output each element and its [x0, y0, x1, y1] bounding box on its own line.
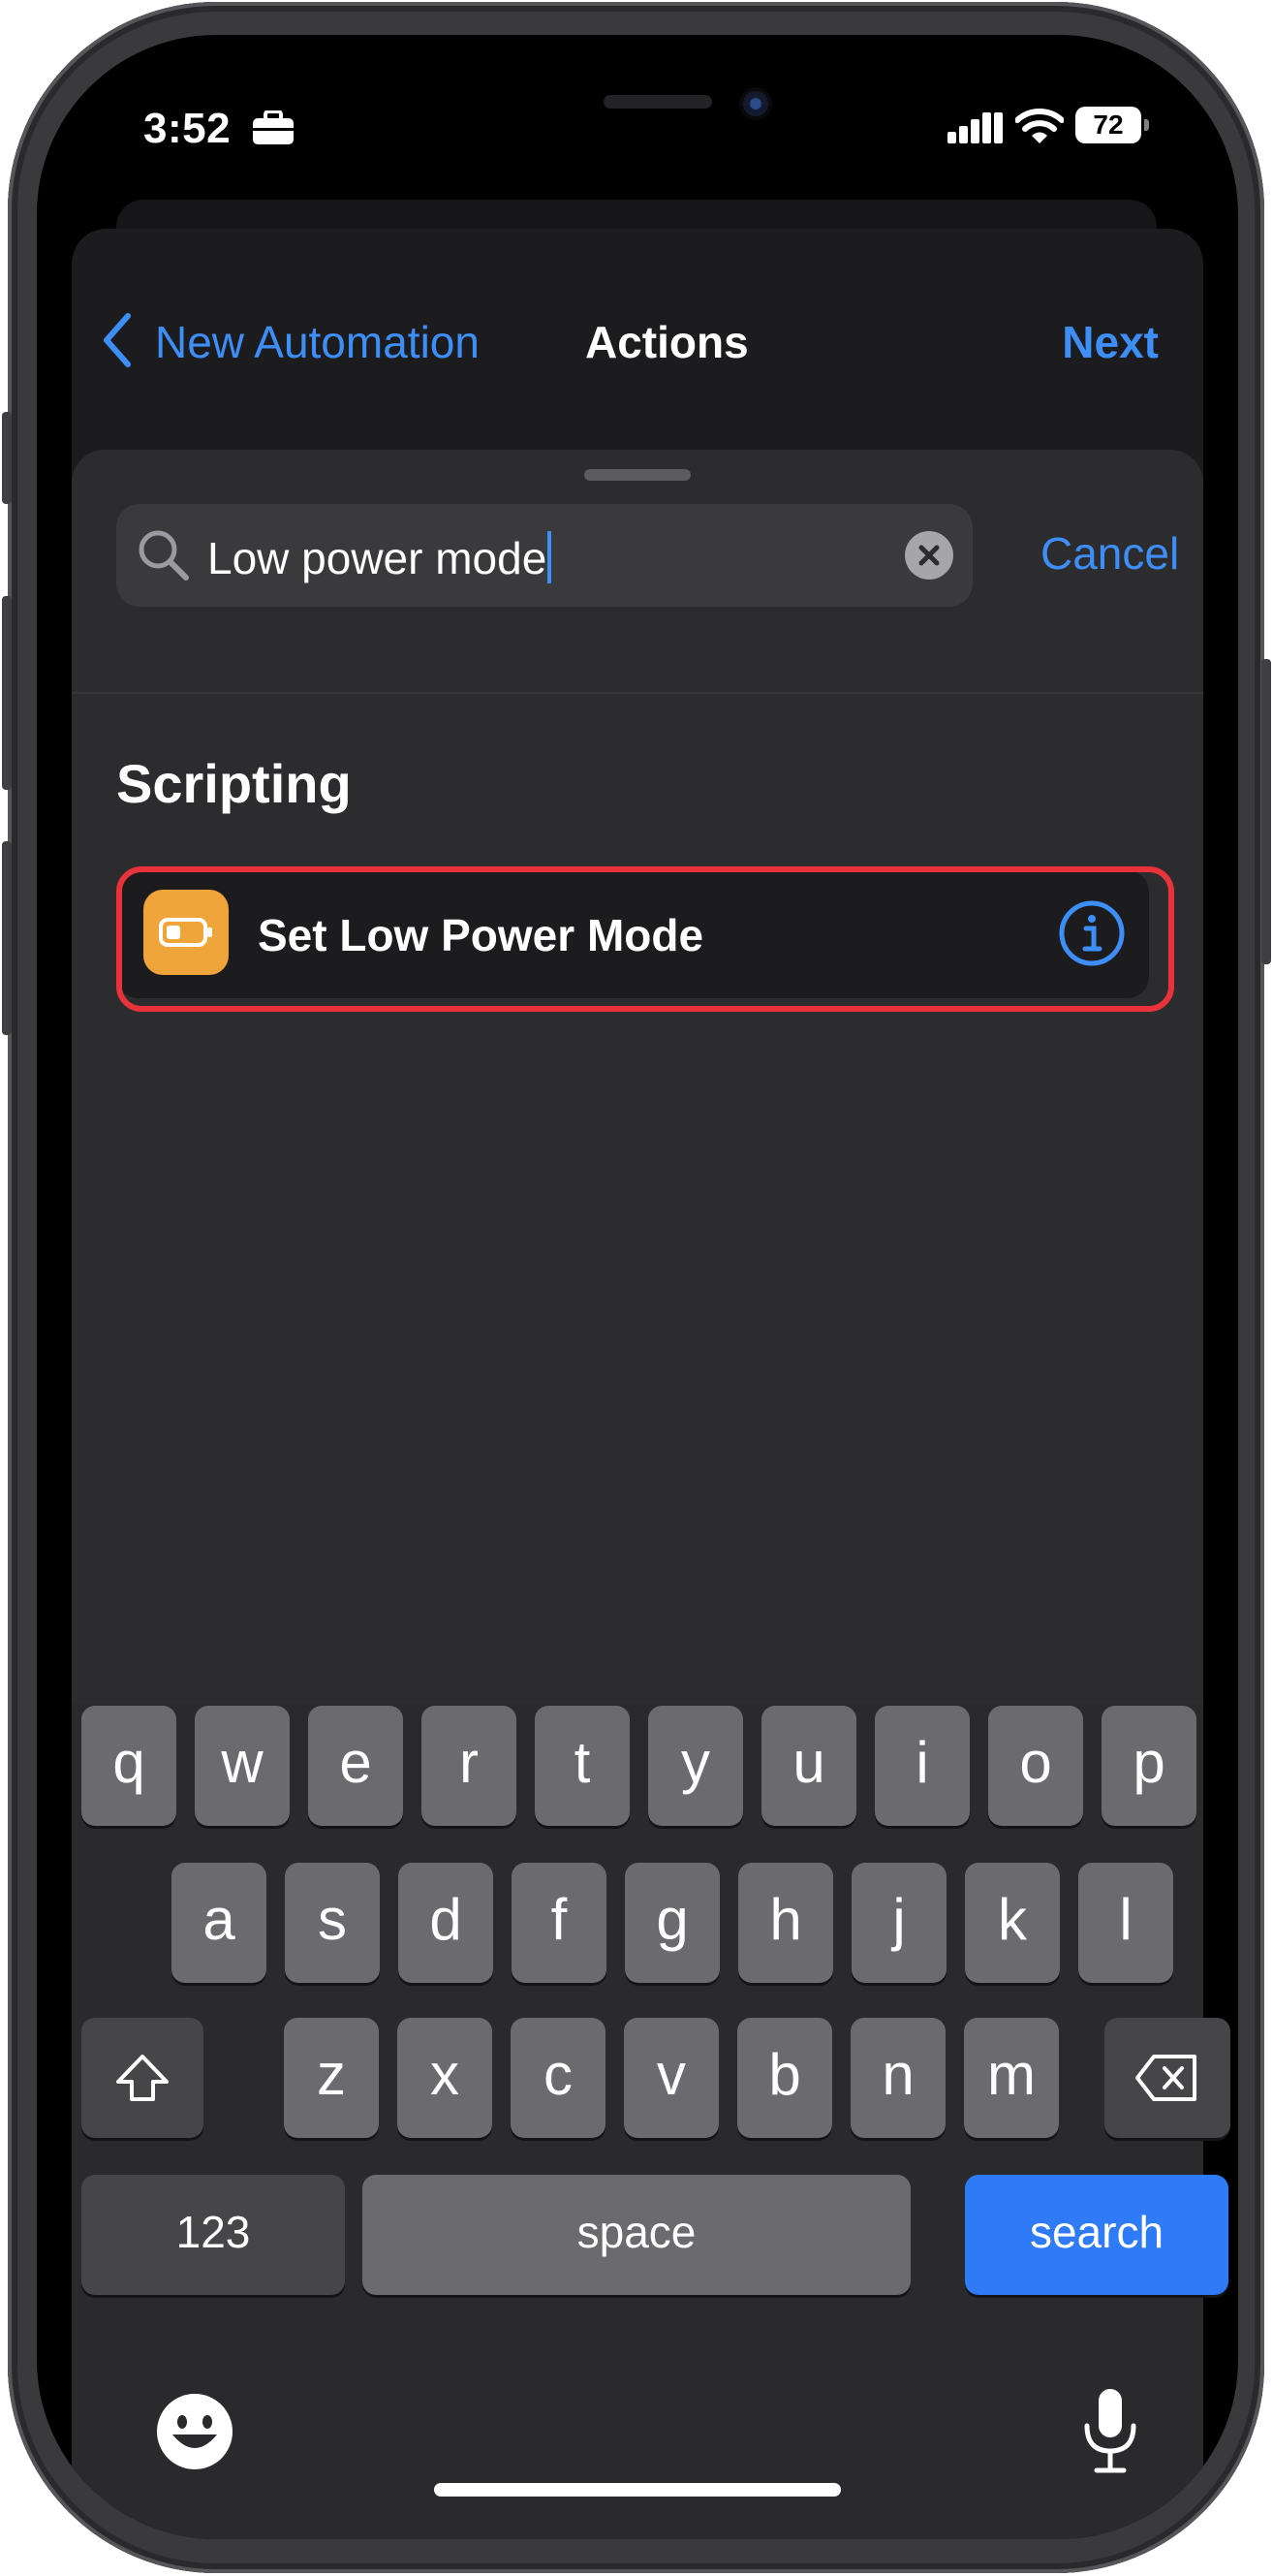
key-z[interactable]: z	[284, 2018, 379, 2138]
key-h[interactable]: h	[738, 1863, 833, 1983]
next-button[interactable]: Next	[1062, 316, 1159, 368]
key-g[interactable]: g	[625, 1863, 720, 1983]
search-input[interactable]: Low power mode	[116, 504, 973, 607]
battery-tip	[1144, 119, 1149, 131]
key-y[interactable]: y	[648, 1706, 743, 1826]
volume-up-button	[2, 596, 12, 790]
back-button[interactable]: New Automation	[155, 316, 480, 368]
battery-level: 72	[1075, 107, 1141, 143]
key-u[interactable]: u	[761, 1706, 856, 1826]
back-chevron-icon[interactable]	[101, 310, 134, 375]
key-d[interactable]: d	[398, 1863, 493, 1983]
key-o[interactable]: o	[988, 1706, 1083, 1826]
home-indicator[interactable]	[434, 2483, 841, 2497]
page-title: Actions	[585, 317, 749, 367]
search-icon	[136, 527, 192, 588]
wifi-icon	[1014, 107, 1065, 150]
shift-key[interactable]	[81, 2018, 203, 2138]
search-query: Low power mode	[207, 533, 547, 583]
battery-indicator: 72	[1075, 107, 1151, 145]
cellular-signal-icon	[947, 110, 1004, 148]
key-q[interactable]: q	[81, 1706, 176, 1826]
key-r[interactable]: r	[421, 1706, 516, 1826]
space-key[interactable]: space	[362, 2175, 911, 2295]
key-i[interactable]: i	[875, 1706, 970, 1826]
key-b[interactable]: b	[737, 2018, 832, 2138]
volume-down-button	[2, 841, 12, 1035]
status-time: 3:52	[143, 105, 232, 152]
cancel-button[interactable]: Cancel	[1040, 527, 1179, 580]
side-button	[1261, 659, 1271, 964]
key-x[interactable]: x	[397, 2018, 492, 2138]
numbers-key[interactable]: 123	[81, 2175, 345, 2295]
front-camera	[743, 91, 768, 116]
keyboard: qwertyuiop asdfghjkl zxcvbnm 123 space s…	[72, 1704, 1230, 2539]
key-f[interactable]: f	[512, 1863, 606, 1983]
key-v[interactable]: v	[624, 2018, 719, 2138]
search-key[interactable]: search	[965, 2175, 1228, 2295]
key-c[interactable]: c	[511, 2018, 605, 2138]
microphone-icon[interactable]	[1079, 2387, 1141, 2479]
briefcase-icon	[252, 110, 295, 150]
screen: 3:52 72 New Automation Actions Next Low …	[37, 35, 1238, 2539]
key-n[interactable]: n	[851, 2018, 946, 2138]
dynamic-island	[565, 70, 797, 140]
section-title: Scripting	[116, 753, 352, 814]
clear-search-icon[interactable]	[905, 531, 953, 580]
key-m[interactable]: m	[964, 2018, 1059, 2138]
emoji-icon[interactable]	[155, 2392, 234, 2476]
text-cursor	[547, 531, 552, 583]
key-t[interactable]: t	[535, 1706, 630, 1826]
key-e[interactable]: e	[308, 1706, 403, 1826]
key-k[interactable]: k	[965, 1863, 1060, 1983]
key-a[interactable]: a	[171, 1863, 266, 1983]
navigation-bar: New Automation Actions Next	[72, 277, 1203, 393]
key-s[interactable]: s	[285, 1863, 380, 1983]
divider	[72, 692, 1203, 694]
highlight-box	[116, 866, 1174, 1012]
delete-key[interactable]	[1104, 2018, 1230, 2138]
key-j[interactable]: j	[852, 1863, 947, 1983]
key-l[interactable]: l	[1078, 1863, 1173, 1983]
sheet-grabber[interactable]	[584, 469, 691, 481]
earpiece	[604, 95, 712, 109]
action-button	[2, 412, 12, 504]
key-p[interactable]: p	[1102, 1706, 1196, 1826]
key-w[interactable]: w	[195, 1706, 290, 1826]
